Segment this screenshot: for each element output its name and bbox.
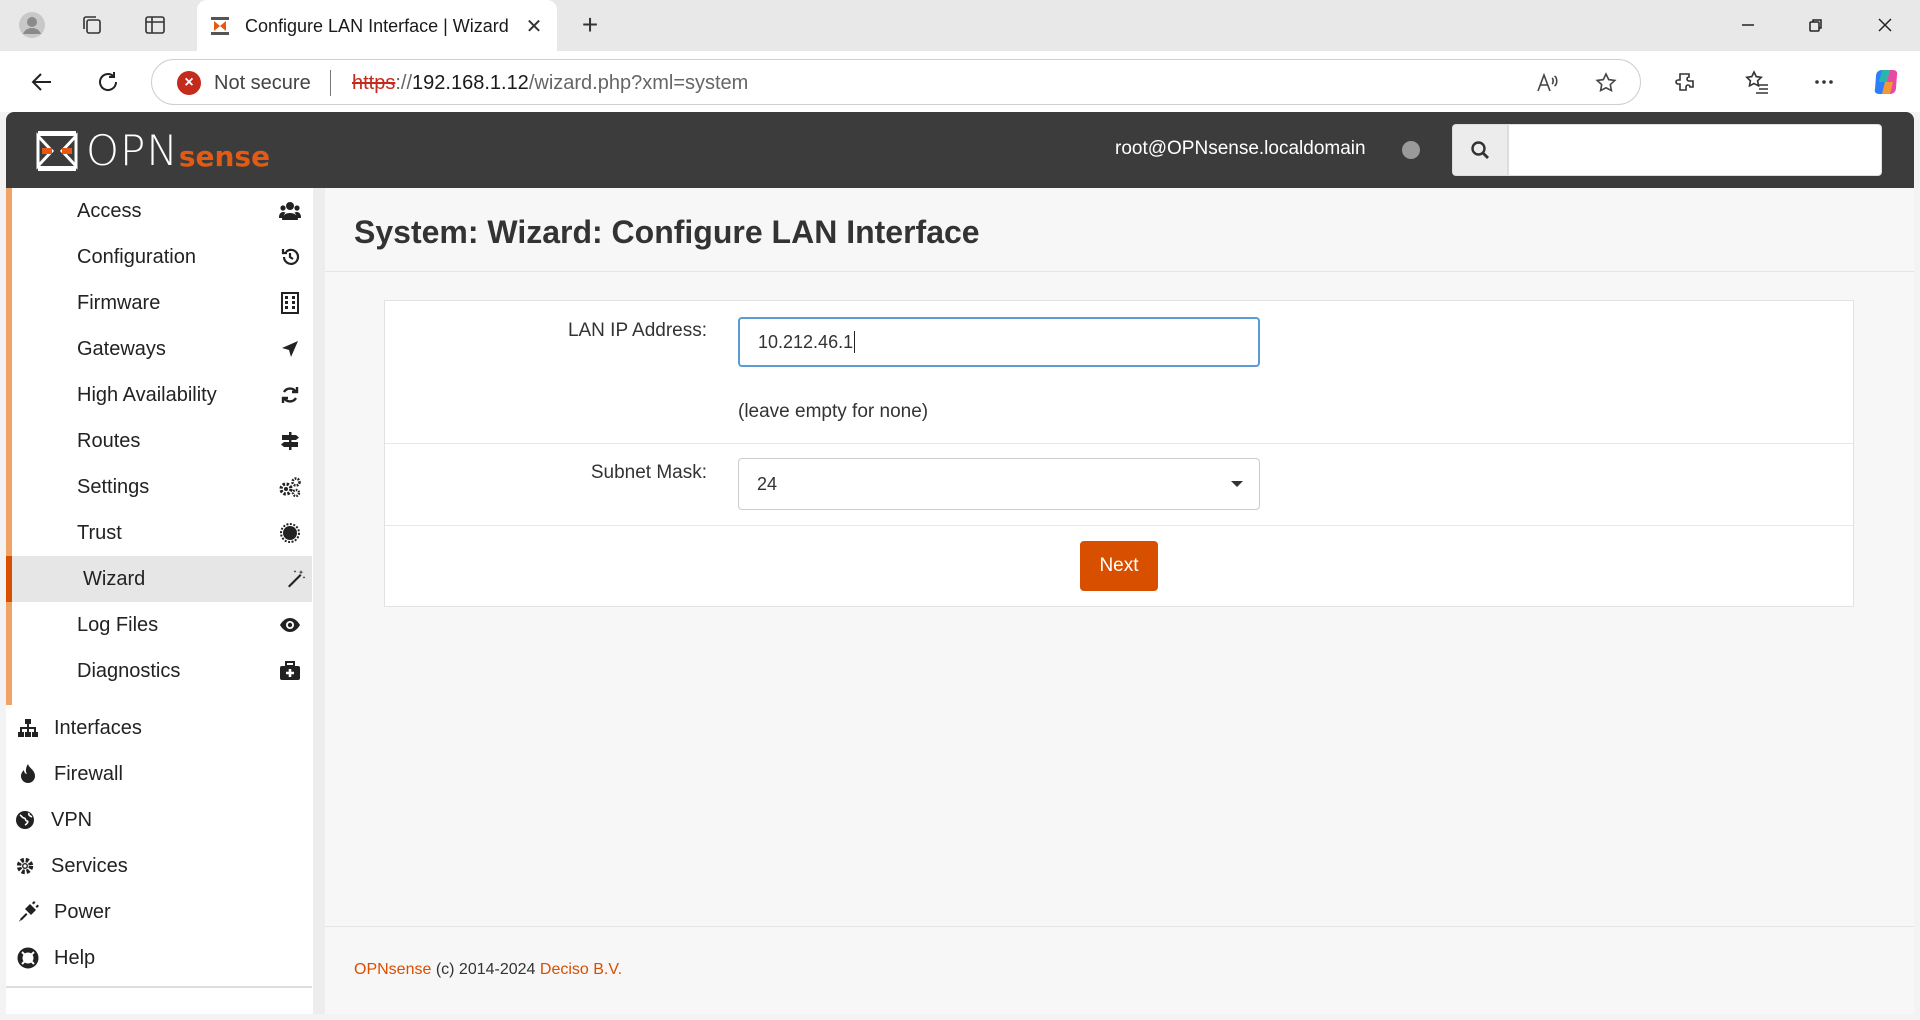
tab-title: Configure LAN Interface | Wizard (245, 15, 509, 36)
read-aloud-icon[interactable] (1533, 69, 1561, 97)
sidebar-item-services[interactable]: Services (6, 843, 312, 889)
more-icon[interactable] (1804, 62, 1844, 102)
sidebar-divider (6, 986, 312, 988)
extensions-icon[interactable] (1666, 62, 1706, 102)
refresh-icon (278, 383, 302, 407)
top-header: OPN sense root@OPNsense.localdomain (6, 112, 1914, 188)
opnsense-favicon-icon (209, 15, 231, 37)
building-icon (278, 291, 302, 315)
opnsense-page: OPN sense root@OPNsense.localdomain Acce… (6, 112, 1914, 1014)
globe-icon (12, 807, 38, 833)
address-separator (330, 70, 331, 96)
lan-ip-hint: (leave empty for none) (738, 401, 929, 422)
lan-ip-label: LAN IP Address: (567, 320, 707, 341)
subnet-mask-select[interactable]: 24 (738, 458, 1260, 510)
text-caret (854, 331, 856, 353)
footer: OPNsense (c) 2014-2024 Deciso B.V. (354, 961, 623, 978)
magic-wand-icon (284, 567, 308, 591)
sidebar-item-power[interactable]: Power (6, 889, 312, 935)
sidebar-item-high-availability[interactable]: High Availability (12, 372, 312, 418)
tab-close-icon[interactable]: ✕ (523, 14, 545, 39)
sidebar-item-interfaces[interactable]: Interfaces (6, 705, 312, 751)
address-bar[interactable]: × Not secure https://192.168.1.12/wizard… (151, 59, 1641, 105)
opnsense-logo[interactable]: OPN sense (34, 126, 270, 175)
status-indicator[interactable] (1402, 141, 1420, 159)
sidebar-item-log-files[interactable]: Log Files (12, 602, 312, 648)
security-label[interactable]: Not secure (214, 72, 311, 95)
location-arrow-icon (278, 337, 302, 361)
footer-divider (325, 926, 1914, 927)
system-submenu: Access Configuration Firmware Gateways H… (6, 188, 312, 705)
sitemap-icon (15, 715, 41, 741)
next-button[interactable]: Next (1080, 541, 1158, 591)
search-input[interactable] (1508, 124, 1882, 176)
browser-toolbar: × Not secure https://192.168.1.12/wizard… (0, 51, 1920, 112)
signpost-icon (278, 429, 302, 453)
new-tab-button[interactable]: + (572, 8, 608, 42)
sidebar-item-settings[interactable]: Settings (12, 464, 312, 510)
minimize-icon[interactable] (1713, 0, 1783, 50)
caret-down-icon (1231, 481, 1243, 487)
workspaces-icon[interactable] (74, 8, 110, 42)
footer-brand-link[interactable]: OPNsense (354, 961, 431, 978)
footer-company-link[interactable]: Deciso B.V. (540, 961, 622, 978)
wizard-form: LAN IP Address: 10.212.46.1 (leave empty… (384, 300, 1854, 607)
lifebuoy-icon (15, 945, 41, 971)
sidebar-item-routes[interactable]: Routes (12, 418, 312, 464)
favorites-icon[interactable] (1737, 62, 1777, 102)
lan-ip-input[interactable]: 10.212.46.1 (738, 317, 1260, 367)
form-row-divider (385, 525, 1853, 526)
subnet-mask-label: Subnet Mask: (590, 462, 707, 483)
sidebar-item-trust[interactable]: Trust (12, 510, 312, 556)
sidebar: Access Configuration Firmware Gateways H… (6, 188, 325, 1014)
users-icon (278, 199, 302, 223)
search-button[interactable] (1452, 124, 1508, 176)
page-title: System: Wizard: Configure LAN Interface (354, 214, 980, 250)
sidebar-item-gateways[interactable]: Gateways (12, 326, 312, 372)
opnsense-logo-icon (36, 130, 78, 171)
profile-icon[interactable] (14, 8, 50, 42)
user-label[interactable]: root@OPNsense.localdomain (1115, 138, 1366, 160)
plug-icon (15, 899, 41, 925)
reload-icon[interactable] (88, 62, 128, 102)
form-row-divider (385, 443, 1853, 444)
active-tab[interactable]: Configure LAN Interface | Wizard ✕ (197, 0, 557, 52)
url-text[interactable]: https://192.168.1.12/wizard.php?xml=syst… (352, 72, 748, 95)
sidebar-item-access[interactable]: Access (12, 188, 312, 234)
search-icon (1471, 141, 1489, 159)
certificate-icon (278, 521, 302, 545)
sidebar-item-wizard[interactable]: Wizard (6, 556, 312, 602)
sidebar-item-vpn[interactable]: VPN (6, 797, 312, 843)
sidebar-scrollbar[interactable] (313, 188, 325, 1014)
sidebar-item-firewall[interactable]: Firewall (6, 751, 312, 797)
cog-icon (12, 853, 38, 879)
fire-icon (15, 761, 41, 787)
eye-icon (278, 613, 302, 637)
cogs-icon (278, 475, 302, 499)
medkit-icon (278, 659, 302, 683)
browser-tab-bar: Configure LAN Interface | Wizard ✕ + (0, 0, 1920, 52)
main-content: System: Wizard: Configure LAN Interface … (325, 188, 1914, 1014)
sidebar-item-configuration[interactable]: Configuration (12, 234, 312, 280)
not-secure-icon[interactable]: × (177, 71, 201, 95)
sidebar-item-firmware[interactable]: Firmware (12, 280, 312, 326)
sidebar-item-help[interactable]: Help (6, 935, 312, 981)
sidebar-item-diagnostics[interactable]: Diagnostics (12, 648, 312, 694)
logo-text-opn: OPN (86, 126, 179, 175)
history-icon (278, 245, 302, 269)
logo-text-sense: sense (178, 140, 271, 173)
favorite-star-icon[interactable] (1592, 69, 1620, 97)
restore-icon[interactable] (1781, 0, 1851, 50)
tab-actions-icon[interactable] (137, 8, 173, 42)
copilot-icon[interactable] (1866, 62, 1906, 102)
close-window-icon[interactable] (1850, 0, 1920, 50)
back-icon[interactable] (22, 62, 62, 102)
title-divider (325, 271, 1914, 272)
